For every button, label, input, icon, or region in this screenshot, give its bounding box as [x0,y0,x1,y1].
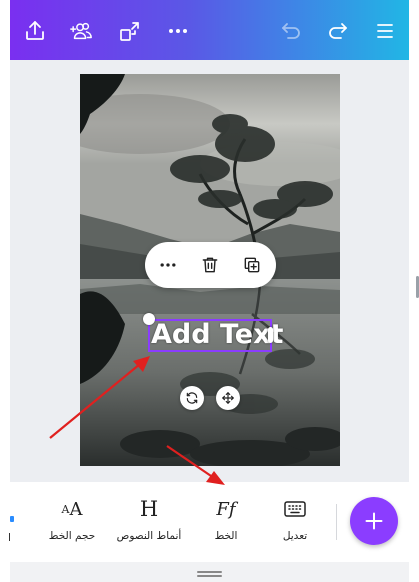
edit-label: تعديل [282,530,308,542]
menu-icon[interactable] [372,18,398,44]
font-size-tool[interactable]: AA حجم الخط [32,496,112,548]
element-context-menu [145,242,276,288]
more-icon[interactable] [156,253,180,277]
add-people-icon[interactable] [68,18,94,44]
font-label: الخط [214,530,238,542]
undo-icon[interactable] [278,18,304,44]
redo-icon[interactable] [325,18,351,44]
selected-text-element[interactable]: Add Text [148,319,283,352]
text-element-content[interactable]: Add Text [151,319,283,350]
font-tool[interactable]: Ff الخط [186,496,266,548]
bottom-toolbar: ا AA حجم الخط H أنماط النصوص Ff الخط تعد… [8,482,409,562]
text-styles-label: أنماط النصوص [116,530,182,542]
top-toolbar [10,0,409,60]
toolbar-divider [336,504,337,540]
font-size-label: حجم الخط [48,530,96,542]
right-margin [409,0,419,582]
home-indicator-bar [10,562,409,582]
delete-icon[interactable] [198,253,222,277]
text-styles-icon: H [139,497,159,521]
keyboard-icon [255,496,335,522]
more-icon[interactable] [165,18,191,44]
share-upload-icon[interactable] [22,18,48,44]
font-icon: Ff [216,498,236,520]
magic-resize-icon[interactable] [117,18,143,44]
move-icon[interactable] [216,386,240,410]
partial-tool-label: ا [8,532,11,544]
left-margin [0,0,10,582]
add-button[interactable] [350,497,398,545]
resize-handle[interactable] [268,327,273,343]
plus-icon [365,512,383,530]
rotate-handle[interactable] [143,313,155,325]
rotate-icon[interactable] [180,386,204,410]
duplicate-icon[interactable] [240,253,264,277]
font-size-icon: AA [61,498,83,520]
drag-handle[interactable] [197,571,222,573]
edit-tool[interactable]: تعديل [255,496,335,548]
active-indicator [10,516,14,522]
text-styles-tool[interactable]: H أنماط النصوص [109,496,189,548]
